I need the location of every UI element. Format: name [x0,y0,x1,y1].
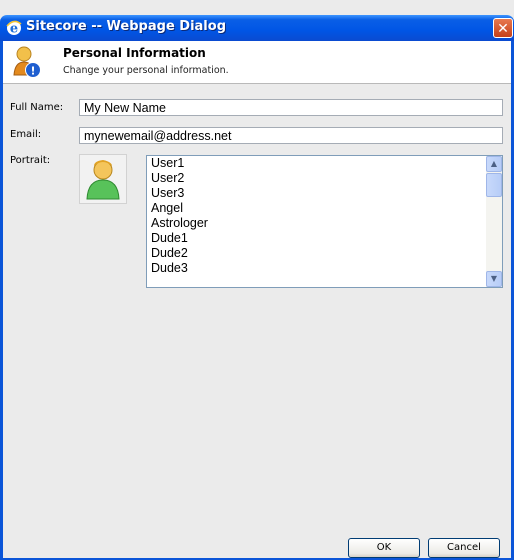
full-name-label: Full Name: [10,102,64,113]
list-item[interactable]: Angel [147,201,502,216]
cancel-button[interactable]: Cancel [428,538,500,558]
window-border-left [0,41,3,560]
portrait-list-items: User1 User2 User3 Angel Astrologer Dude1… [147,156,502,276]
scroll-thumb[interactable] [486,173,502,197]
portrait-listbox[interactable]: User1 User2 User3 Angel Astrologer Dude1… [146,155,503,288]
chevron-up-icon: ▲ [490,159,498,168]
scroll-down-button[interactable]: ▼ [486,271,502,287]
list-item[interactable]: User1 [147,156,502,171]
portrait-preview [79,154,127,204]
email-label: Email: [10,129,42,140]
user-info-icon: ! [13,46,41,78]
list-item[interactable]: User3 [147,186,502,201]
window-title: Sitecore -- Webpage Dialog [26,19,226,34]
list-scrollbar[interactable]: ▲ ▼ [486,156,502,287]
svg-text:!: ! [30,65,35,78]
list-item[interactable]: Astrologer [147,216,502,231]
portrait-label: Portrait: [10,155,51,166]
title-bar[interactable]: e Sitecore -- Webpage Dialog ✕ [0,15,514,41]
dialog-subheading: Change your personal information. [63,65,229,76]
list-item[interactable]: Dude3 [147,261,502,276]
ok-button[interactable]: OK [348,538,420,558]
scroll-up-button[interactable]: ▲ [486,156,502,172]
list-item[interactable]: Dude2 [147,246,502,261]
header-divider [3,83,511,84]
svg-text:e: e [10,22,18,37]
dialog-heading: Personal Information [63,46,206,60]
dialog-header: ! Personal Information Change your perso… [3,41,511,83]
chevron-down-icon: ▼ [490,274,498,283]
dialog-window: e Sitecore -- Webpage Dialog ✕ ! Persona… [0,0,514,560]
internet-explorer-icon: e [6,20,22,36]
close-button[interactable]: ✕ [493,18,513,38]
close-icon: ✕ [497,21,509,37]
email-input[interactable] [79,127,503,144]
user-portrait-icon [86,160,120,200]
full-name-input[interactable] [79,99,503,116]
list-item[interactable]: User2 [147,171,502,186]
list-item[interactable]: Dude1 [147,231,502,246]
